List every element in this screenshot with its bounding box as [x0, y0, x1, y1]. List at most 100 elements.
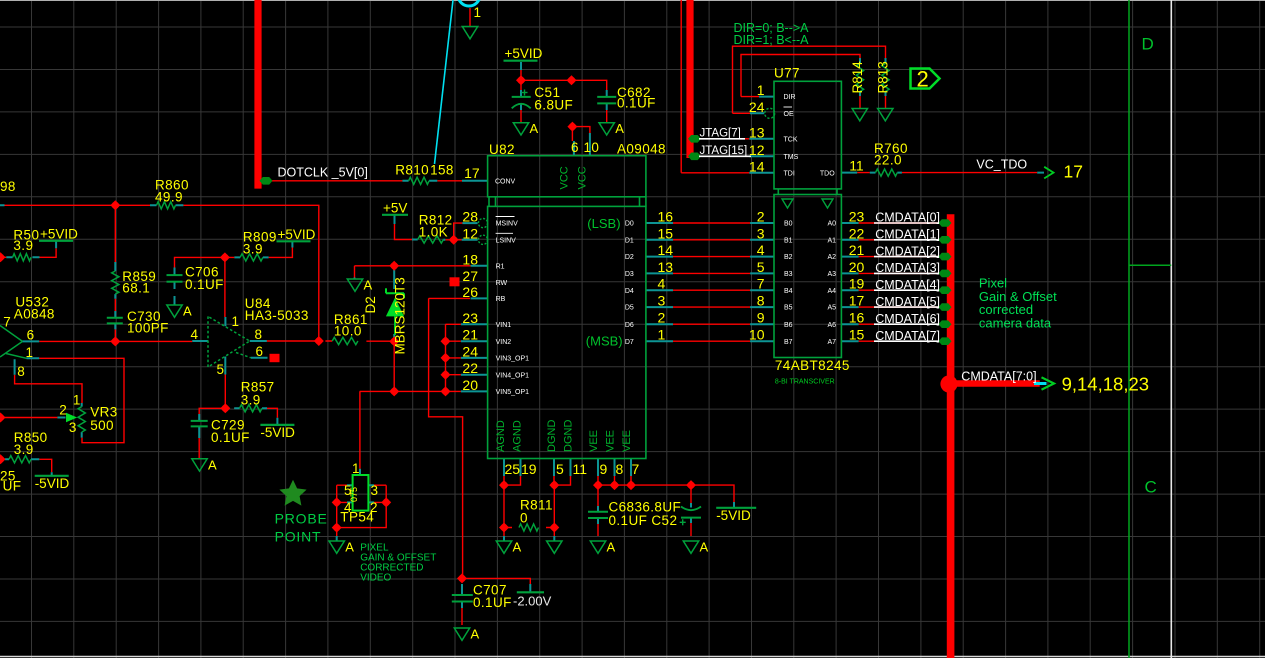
svg-text:DOTCLK _5V[0]: DOTCLK _5V[0]	[278, 166, 368, 180]
svg-text:26: 26	[462, 284, 478, 300]
svg-text:TMS: TMS	[784, 154, 799, 161]
svg-text:VIN3_OP1: VIN3_OP1	[496, 356, 530, 363]
svg-text:3.9: 3.9	[241, 393, 261, 408]
svg-text:A: A	[615, 121, 624, 136]
svg-text:VCC: VCC	[559, 166, 571, 189]
svg-text:VEE: VEE	[621, 430, 633, 452]
svg-text:2: 2	[658, 310, 666, 326]
svg-text:14: 14	[749, 158, 765, 174]
svg-text:DGND: DGND	[546, 420, 558, 452]
svg-text:D4: D4	[625, 288, 634, 295]
svg-text:DIR: DIR	[784, 94, 796, 101]
svg-text:D: D	[1142, 35, 1154, 54]
svg-text:500: 500	[90, 418, 114, 433]
svg-text:POINT: POINT	[275, 529, 322, 545]
svg-text:A: A	[183, 304, 192, 319]
svg-text:13: 13	[749, 124, 765, 140]
svg-text:9: 9	[600, 461, 608, 477]
svg-text:0.1UF: 0.1UF	[473, 595, 512, 610]
svg-text:B7: B7	[784, 339, 793, 346]
svg-text:MSINV: MSINV	[496, 221, 518, 228]
svg-text:JTAG[7]: JTAG[7]	[700, 128, 741, 140]
svg-text:A: A	[345, 540, 354, 555]
svg-text:19: 19	[849, 276, 865, 292]
svg-text:4: 4	[658, 276, 666, 292]
svg-text:11: 11	[849, 158, 864, 174]
svg-text:A: A	[364, 278, 373, 293]
svg-text:1: 1	[352, 461, 360, 476]
svg-text:1: 1	[73, 393, 81, 408]
svg-text:22.0: 22.0	[874, 153, 902, 168]
svg-text:D1: D1	[625, 237, 634, 244]
svg-text:17: 17	[849, 293, 865, 309]
svg-text:(MSB): (MSB)	[586, 334, 623, 349]
svg-text:A6: A6	[827, 322, 836, 329]
svg-text:A: A	[607, 540, 616, 555]
svg-text:D2: D2	[625, 254, 634, 261]
svg-text:3: 3	[658, 293, 666, 309]
svg-text:RW: RW	[496, 280, 508, 287]
svg-text:0.1UF: 0.1UF	[211, 430, 250, 445]
svg-text:D3: D3	[625, 271, 634, 278]
svg-text:16: 16	[849, 310, 865, 326]
svg-text:10.0: 10.0	[334, 324, 362, 339]
svg-text:7: 7	[3, 315, 11, 330]
svg-text:HA3-5033: HA3-5033	[245, 308, 309, 323]
svg-text:13: 13	[658, 259, 674, 275]
svg-text:A3: A3	[827, 271, 836, 278]
svg-text:VIDEO: VIDEO	[360, 573, 391, 584]
svg-text:3.9: 3.9	[243, 242, 263, 257]
svg-text:5: 5	[556, 461, 564, 477]
svg-text:AGND: AGND	[512, 420, 524, 452]
svg-text:21: 21	[849, 242, 865, 258]
svg-text:21: 21	[462, 327, 478, 343]
svg-text:AGND: AGND	[495, 420, 507, 452]
svg-text:VEE: VEE	[588, 430, 600, 452]
svg-text:24: 24	[462, 343, 478, 359]
svg-text:15: 15	[658, 225, 674, 241]
svg-text:LSINV: LSINV	[496, 237, 517, 244]
svg-text:D5: D5	[625, 305, 634, 312]
svg-text:4: 4	[757, 242, 765, 258]
svg-text:CONV: CONV	[495, 178, 516, 185]
svg-text:25: 25	[505, 461, 521, 477]
svg-text:17: 17	[1064, 162, 1083, 182]
svg-text:-5VID: -5VID	[260, 425, 295, 440]
svg-text:3: 3	[757, 225, 765, 241]
svg-text:camera data: camera data	[979, 316, 1052, 331]
svg-text:A2: A2	[827, 254, 836, 261]
svg-text:D7: D7	[625, 339, 634, 346]
svg-text:UF: UF	[3, 479, 22, 494]
svg-text:12: 12	[749, 142, 765, 158]
svg-text:9,14,18,23: 9,14,18,23	[1062, 374, 1149, 395]
svg-text:22: 22	[462, 360, 478, 376]
svg-text:16: 16	[658, 209, 674, 225]
svg-text:20: 20	[462, 377, 478, 393]
svg-text:20: 20	[849, 259, 865, 275]
svg-text:49.9: 49.9	[155, 190, 183, 205]
svg-text:1: 1	[658, 327, 666, 343]
svg-text:+5V: +5V	[383, 200, 407, 215]
svg-text:1: 1	[757, 82, 765, 98]
svg-text:1.0K: 1.0K	[419, 225, 448, 240]
svg-text:2: 2	[917, 67, 929, 92]
svg-text:6.8UF: 6.8UF	[534, 98, 573, 113]
svg-text:14: 14	[658, 242, 674, 258]
svg-text:DIR=1; B<--A: DIR=1; B<--A	[734, 33, 810, 47]
svg-text:2: 2	[59, 403, 67, 418]
svg-text:2: 2	[370, 500, 378, 515]
svg-text:A0848: A0848	[14, 307, 55, 322]
svg-text:74ABT8245: 74ABT8245	[775, 358, 850, 373]
svg-text:D2: D2	[363, 296, 378, 313]
svg-text:8: 8	[255, 327, 263, 342]
svg-text:0.1UF: 0.1UF	[185, 277, 224, 292]
svg-text:8: 8	[17, 364, 25, 379]
svg-text:27: 27	[462, 268, 478, 284]
svg-text:A1: A1	[827, 237, 836, 244]
svg-text:8: 8	[757, 293, 765, 309]
svg-text:8-BI TRANSCIVER: 8-BI TRANSCIVER	[775, 379, 835, 386]
svg-text:R810: R810	[395, 163, 429, 178]
svg-text:A7: A7	[827, 339, 836, 346]
svg-text:7: 7	[757, 276, 765, 292]
svg-text:TDO: TDO	[820, 170, 835, 177]
